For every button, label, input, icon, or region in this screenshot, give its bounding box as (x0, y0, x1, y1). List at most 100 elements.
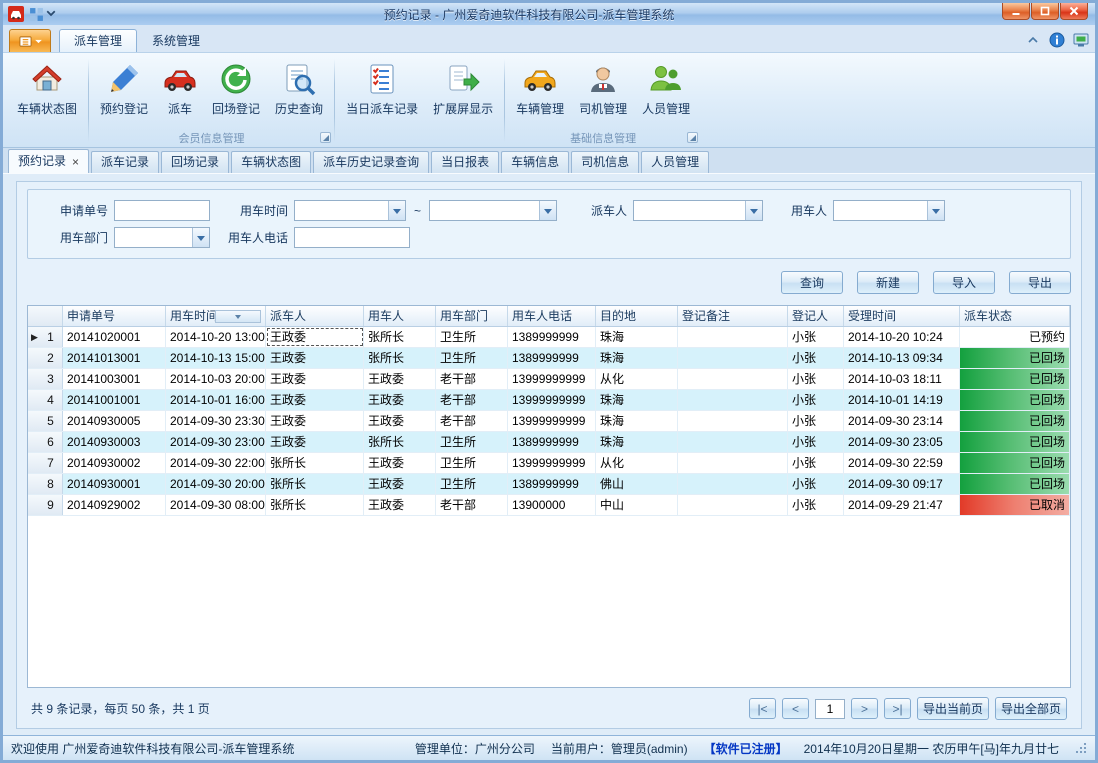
ribbon-tab-system-manage[interactable]: 系统管理 (137, 29, 215, 52)
cell-request-no[interactable]: 20141013001 (63, 348, 166, 368)
cell-registrar[interactable]: 小张 (788, 348, 844, 368)
cell-use-time[interactable]: 2014-09-30 23:30 (166, 411, 266, 431)
cell-accept-time[interactable]: 2014-09-30 22:59 (844, 453, 960, 473)
vehicle-manage-button[interactable]: 车辆管理 (509, 57, 571, 129)
cell-registrar[interactable]: 小张 (788, 369, 844, 389)
cell-use-time[interactable]: 2014-10-03 20:00 (166, 369, 266, 389)
cell-registrar[interactable]: 小张 (788, 453, 844, 473)
use-time-from-select[interactable] (294, 200, 406, 221)
cell-phone[interactable]: 1389999999 (508, 432, 596, 452)
cell-phone[interactable]: 13999999999 (508, 453, 596, 473)
cell-remark[interactable] (678, 495, 788, 515)
cell-accept-time[interactable]: 2014-09-30 23:14 (844, 411, 960, 431)
column-filter-icon[interactable] (215, 310, 262, 323)
user-select[interactable] (833, 200, 945, 221)
cell-use-time[interactable]: 2014-10-13 15:00 (166, 348, 266, 368)
dispatcher-select[interactable] (633, 200, 763, 221)
cell-user[interactable]: 王政委 (364, 474, 436, 494)
cell-registrar[interactable]: 小张 (788, 495, 844, 515)
cell-dept[interactable]: 卫生所 (436, 348, 508, 368)
query-button[interactable]: 查询 (781, 271, 843, 294)
use-time-to-select[interactable] (429, 200, 557, 221)
cell-use-time[interactable]: 2014-09-30 23:00 (166, 432, 266, 452)
column-header-user[interactable]: 用车人 (364, 306, 436, 326)
prev-page-button[interactable]: < (782, 698, 809, 719)
next-page-button[interactable]: > (851, 698, 878, 719)
row-header[interactable]: 3 (28, 369, 63, 389)
row-header[interactable]: ▶1 (28, 327, 63, 347)
table-row[interactable]: 9201409290022014-09-30 08:00张所长王政委老干部139… (28, 495, 1070, 516)
cell-accept-time[interactable]: 2014-10-20 10:24 (844, 327, 960, 347)
doc-tab-staff-manage[interactable]: 人员管理 (641, 151, 709, 173)
cell-user[interactable]: 张所长 (364, 348, 436, 368)
cell-registrar[interactable]: 小张 (788, 432, 844, 452)
page-input[interactable] (815, 699, 845, 719)
cell-destination[interactable]: 珠海 (596, 327, 678, 347)
cell-dept[interactable]: 卫生所 (436, 327, 508, 347)
cell-dispatcher[interactable]: 张所长 (266, 474, 364, 494)
export-current-page-button[interactable]: 导出当前页 (917, 697, 989, 720)
cell-remark[interactable] (678, 411, 788, 431)
today-dispatch-records-button[interactable]: 当日派车记录 (339, 57, 425, 129)
first-page-button[interactable]: |< (749, 698, 776, 719)
doc-tab-reserve-records[interactable]: 预约记录× (8, 149, 89, 173)
cell-remark[interactable] (678, 369, 788, 389)
column-header-accept-time[interactable]: 受理时间 (844, 306, 960, 326)
cell-dispatcher[interactable]: 张所长 (266, 495, 364, 515)
column-header-use-time[interactable]: 用车时间 (166, 306, 266, 326)
column-header-remark[interactable]: 登记备注 (678, 306, 788, 326)
cell-phone[interactable]: 13900000 (508, 495, 596, 515)
cell-destination[interactable]: 从化 (596, 369, 678, 389)
cell-phone[interactable]: 13999999999 (508, 369, 596, 389)
row-header[interactable]: 2 (28, 348, 63, 368)
cell-dispatcher[interactable]: 王政委 (266, 432, 364, 452)
cell-registrar[interactable]: 小张 (788, 390, 844, 410)
cell-phone[interactable]: 1389999999 (508, 348, 596, 368)
cell-remark[interactable] (678, 390, 788, 410)
quick-access-dropdown-icon[interactable] (46, 10, 56, 18)
column-header-status[interactable]: 派车状态 (960, 306, 1070, 326)
table-row[interactable]: 3201410030012014-10-03 20:00王政委王政委老干部139… (28, 369, 1070, 390)
reserve-register-button[interactable]: 预约登记 (93, 57, 155, 129)
registered-link[interactable]: 【软件已注册】 (704, 740, 788, 757)
column-header-dispatcher[interactable]: 派车人 (266, 306, 364, 326)
doc-tab-dispatch-history-query[interactable]: 派车历史记录查询 (313, 151, 429, 173)
cell-accept-time[interactable]: 2014-09-30 23:05 (844, 432, 960, 452)
row-header[interactable]: 5 (28, 411, 63, 431)
column-header-request-no[interactable]: 申请单号 (63, 306, 166, 326)
cell-dept[interactable]: 卫生所 (436, 453, 508, 473)
cell-user[interactable]: 王政委 (364, 453, 436, 473)
doc-tab-driver-info[interactable]: 司机信息 (571, 151, 639, 173)
cell-user[interactable]: 张所长 (364, 432, 436, 452)
cell-request-no[interactable]: 20140930005 (63, 411, 166, 431)
ribbon-tab-dispatch-manage[interactable]: 派车管理 (59, 29, 137, 52)
cell-destination[interactable]: 珠海 (596, 411, 678, 431)
chevron-down-icon[interactable] (388, 201, 405, 220)
cell-use-time[interactable]: 2014-09-30 20:00 (166, 474, 266, 494)
cell-destination[interactable]: 佛山 (596, 474, 678, 494)
staff-manage-button[interactable]: 人员管理 (635, 57, 697, 129)
cell-registrar[interactable]: 小张 (788, 327, 844, 347)
doc-tab-vehicle-info[interactable]: 车辆信息 (501, 151, 569, 173)
group-dialog-launcher-icon[interactable] (687, 132, 698, 143)
table-row[interactable]: 2201410130012014-10-13 15:00王政委张所长卫生所138… (28, 348, 1070, 369)
cell-dispatcher[interactable]: 王政委 (266, 348, 364, 368)
table-row[interactable]: 6201409300032014-09-30 23:00王政委张所长卫生所138… (28, 432, 1070, 453)
resize-grip[interactable] (1075, 742, 1087, 754)
cell-phone[interactable]: 13999999999 (508, 411, 596, 431)
column-header-phone[interactable]: 用车人电话 (508, 306, 596, 326)
cell-dept[interactable]: 老干部 (436, 369, 508, 389)
cell-status[interactable]: 已回场 (960, 348, 1070, 368)
cell-request-no[interactable]: 20140930003 (63, 432, 166, 452)
cell-status[interactable]: 已回场 (960, 432, 1070, 452)
info-icon[interactable] (1049, 32, 1065, 48)
vehicle-status-button[interactable]: 车辆状态图 (10, 57, 84, 129)
row-header[interactable]: 4 (28, 390, 63, 410)
maximize-button[interactable] (1031, 3, 1059, 20)
group-dialog-launcher-icon[interactable] (320, 132, 331, 143)
cell-destination[interactable]: 中山 (596, 495, 678, 515)
request-no-input[interactable] (114, 200, 210, 221)
cell-use-time[interactable]: 2014-10-01 16:00 (166, 390, 266, 410)
cell-user[interactable]: 张所长 (364, 327, 436, 347)
cell-accept-time[interactable]: 2014-10-03 18:11 (844, 369, 960, 389)
